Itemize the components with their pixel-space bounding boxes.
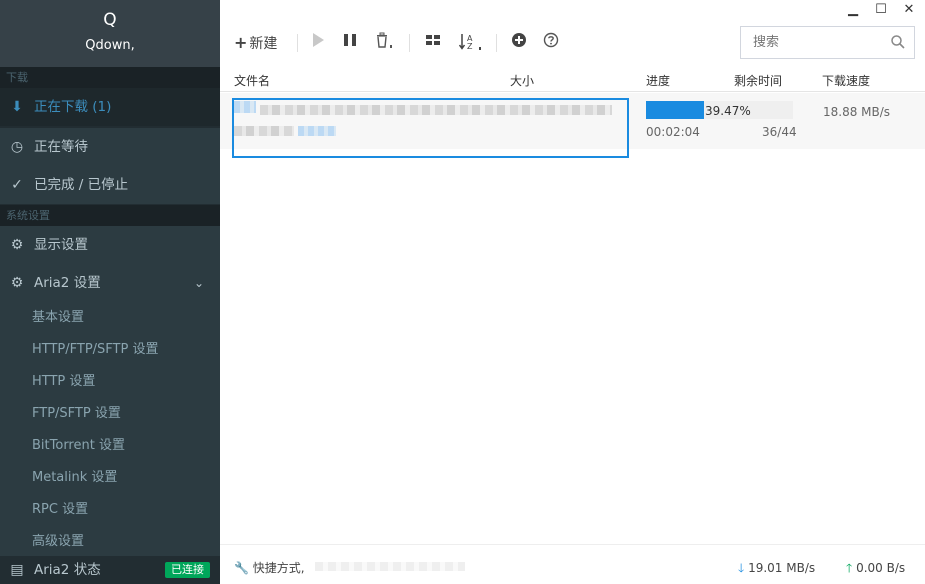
new-task-button[interactable]: + 新建 xyxy=(234,32,277,54)
help-button[interactable] xyxy=(543,32,559,54)
sidebar-subitem-bittorrent[interactable]: BitTorrent 设置 xyxy=(0,430,220,462)
column-header-remaining[interactable]: 剩余时间 xyxy=(734,72,782,89)
delete-button[interactable] xyxy=(375,32,395,54)
arrow-down-icon: 🡓 xyxy=(738,561,745,575)
gear-icon: ⚙ xyxy=(10,237,24,253)
sidebar-item-display-settings[interactable]: ⚙ 显示设置 xyxy=(0,226,220,264)
progress-bar-fill xyxy=(646,101,705,119)
sidebar-item-downloading[interactable]: ⬇ 正在下载 (1) xyxy=(0,88,220,126)
column-header-filename[interactable]: 文件名 xyxy=(234,72,270,89)
select-all-button[interactable] xyxy=(425,32,441,54)
shortcut-link[interactable]: 🔧 快捷方式, xyxy=(234,559,305,576)
sidebar-subitem-rpc[interactable]: RPC 设置 xyxy=(0,494,220,526)
sidebar-subitem-metalink[interactable]: Metalink 设置 xyxy=(0,462,220,494)
grid-icon xyxy=(426,35,440,45)
close-button[interactable]: ✕ xyxy=(895,0,923,20)
sidebar-item-label: 正在下载 (1) xyxy=(34,99,112,115)
sidebar-subitem-http[interactable]: HTTP 设置 xyxy=(0,366,220,398)
elapsed-time: 00:02:04 xyxy=(646,125,700,139)
pause-icon xyxy=(344,34,356,46)
toolbar-divider xyxy=(297,34,298,52)
trash-icon xyxy=(377,32,392,48)
toolbar-divider xyxy=(496,34,497,52)
selection-outline xyxy=(232,98,629,158)
global-download-speed: 🡓 19.01 MB/s xyxy=(738,559,815,580)
plus-circle-icon xyxy=(512,33,526,47)
table-header: 文件名 大小 进度 剩余时间 下载速度 xyxy=(220,68,925,92)
chevron-down-icon: ⌄ xyxy=(193,276,204,290)
sidebar-subitem-basic[interactable]: 基本设置 xyxy=(0,302,220,334)
sidebar-item-label: 显示设置 xyxy=(34,237,88,253)
toolbar: + 新建 AZ xyxy=(220,20,925,68)
sidebar-subitem-advanced[interactable]: 高级设置 xyxy=(0,526,220,558)
check-circle-icon: ✓ xyxy=(11,177,23,193)
maximize-button[interactable]: ☐ xyxy=(867,0,895,20)
play-icon xyxy=(313,33,324,47)
column-header-size[interactable]: 大小 xyxy=(510,72,534,89)
status-bar: 🔧 快捷方式, 🡓 19.01 MB/s 🡑 0.00 B/s xyxy=(220,544,925,584)
clock-icon: ◷ xyxy=(10,139,24,155)
sort-alpha-icon: AZ xyxy=(458,34,481,51)
status-badge: 已连接 xyxy=(165,562,210,578)
download-speed: 18.88 MB/s xyxy=(823,105,891,119)
sidebar-item-label: 已完成 / 已停止 xyxy=(34,177,129,193)
shortcut-label: 快捷方式, xyxy=(252,561,305,575)
column-header-progress[interactable]: 进度 xyxy=(646,72,670,89)
window-controls: ▁ ☐ ✕ xyxy=(839,0,923,20)
sort-button[interactable]: AZ xyxy=(458,32,485,54)
start-button[interactable] xyxy=(311,32,325,54)
question-circle-icon xyxy=(543,32,559,48)
sidebar: Q Qdown, 下载 ⬇ 正在下载 (1) ◷ 正在等待 ✓ 已完成 / 已停止 系… xyxy=(0,0,220,584)
pause-button[interactable] xyxy=(343,32,357,54)
minimize-button[interactable]: ▁ xyxy=(839,0,867,20)
sidebar-item-label: 正在等待 xyxy=(34,139,88,155)
sidebar-subitem-ftp-sftp[interactable]: FTP/SFTP 设置 xyxy=(0,398,220,430)
wrench-icon: 🔧 xyxy=(234,561,249,575)
redacted-text xyxy=(315,562,465,571)
global-upload-speed: 🡑 0.00 B/s xyxy=(846,559,905,580)
new-task-label: 新建 xyxy=(249,36,278,52)
app-name: Qdown, xyxy=(85,38,135,53)
sidebar-item-label: Aria2 状态 xyxy=(34,562,101,578)
sidebar-item-aria2-settings[interactable]: ⚙ Aria2 设置 ⌄ xyxy=(0,264,220,302)
arrow-up-icon: 🡑 xyxy=(846,561,853,575)
connection-count: 36/44 xyxy=(762,125,797,139)
sidebar-item-stopped[interactable]: ✓ 已完成 / 已停止 xyxy=(0,166,220,204)
sidebar-item-waiting[interactable]: ◷ 正在等待 xyxy=(0,128,220,166)
section-header-settings: 系统设置 xyxy=(0,205,220,226)
section-header-download: 下载 xyxy=(0,67,220,88)
app-logo: Q Qdown, xyxy=(0,0,220,67)
sidebar-subitem-http-ftp-sftp[interactable]: HTTP/FTP/SFTP 设置 xyxy=(0,334,220,366)
global-upload-speed-value: 0.00 B/s xyxy=(856,561,906,575)
gears-icon: ⚙ xyxy=(10,275,24,291)
search-input[interactable] xyxy=(740,26,915,59)
download-circle-icon: ⬇ xyxy=(11,99,23,115)
sort-letter-z: Z xyxy=(467,42,473,51)
sidebar-item-label: Aria2 设置 xyxy=(34,275,101,291)
logo-icon: Q xyxy=(103,10,117,30)
main-panel: ▁☐✕ +新建 AZ 文件名 xyxy=(220,0,925,584)
toolbar-divider xyxy=(409,34,410,52)
progress-percent: 39.47% xyxy=(705,104,751,118)
sidebar-item-aria2-status[interactable]: ▤ Aria2 状态 已连接 xyxy=(0,556,220,584)
global-download-speed-value: 19.01 MB/s xyxy=(748,561,816,575)
plus-icon: + xyxy=(234,33,248,52)
server-icon: ▤ xyxy=(10,562,24,578)
add-button[interactable] xyxy=(511,32,527,54)
column-header-speed[interactable]: 下载速度 xyxy=(822,72,870,89)
